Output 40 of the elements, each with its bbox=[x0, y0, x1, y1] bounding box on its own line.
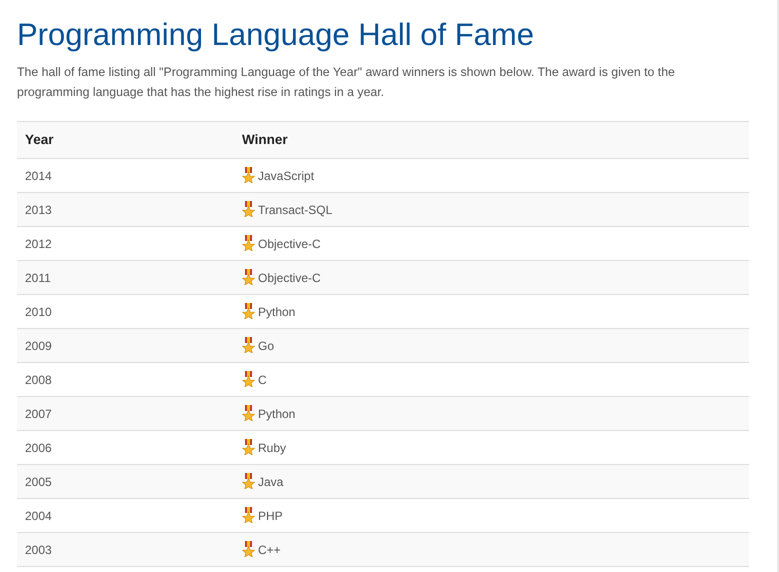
year-cell: 2009 bbox=[25, 338, 52, 353]
winner-cell: C++ bbox=[258, 542, 281, 557]
medal-icon bbox=[242, 200, 255, 217]
year-cell: 2008 bbox=[25, 372, 52, 387]
winner-cell: Objective-C bbox=[258, 236, 321, 251]
medal-icon bbox=[242, 472, 255, 489]
winner-cell: Java bbox=[258, 474, 284, 489]
year-cell: 2011 bbox=[25, 270, 51, 285]
medal-icon bbox=[242, 268, 255, 285]
page-title: Programming Language Hall of Fame bbox=[17, 16, 535, 54]
winner-cell: Python bbox=[258, 304, 296, 319]
winner-cell: Go bbox=[258, 338, 274, 353]
year-cell: 2006 bbox=[25, 440, 52, 455]
medal-icon bbox=[242, 438, 255, 455]
year-cell: 2013 bbox=[25, 202, 52, 217]
winner-cell: Objective-C bbox=[258, 270, 321, 285]
medal-icon bbox=[242, 234, 255, 251]
year-cell: 2004 bbox=[25, 508, 52, 523]
column-header: Winner bbox=[242, 132, 288, 148]
winner-cell: C bbox=[258, 372, 267, 387]
medal-icon bbox=[242, 336, 255, 353]
year-cell: 2003 bbox=[25, 542, 52, 557]
winner-cell: JavaScript bbox=[258, 168, 314, 183]
medal-icon bbox=[242, 540, 255, 557]
year-cell: 2010 bbox=[25, 304, 52, 319]
medal-icon bbox=[242, 302, 255, 319]
medal-icon bbox=[242, 370, 255, 387]
year-cell: 2005 bbox=[25, 474, 52, 489]
winner-cell: PHP bbox=[258, 508, 283, 523]
year-cell: 2007 bbox=[25, 406, 52, 421]
winner-cell: Transact-SQL bbox=[258, 202, 332, 217]
intro-paragraph: The hall of fame listing all "Programming Language of the Year" award winners is shown below. The award is given to the programming language that has the highest rise in ratings in a year. bbox=[17, 64, 676, 102]
winner-cell: Ruby bbox=[258, 440, 286, 455]
medal-icon bbox=[242, 166, 255, 183]
year-cell: 2014 bbox=[25, 168, 52, 183]
winner-cell: Python bbox=[258, 406, 296, 421]
year-cell: 2012 bbox=[25, 236, 52, 251]
column-header: Year bbox=[25, 132, 54, 148]
medal-icon bbox=[242, 506, 255, 523]
medal-icon bbox=[242, 404, 255, 421]
